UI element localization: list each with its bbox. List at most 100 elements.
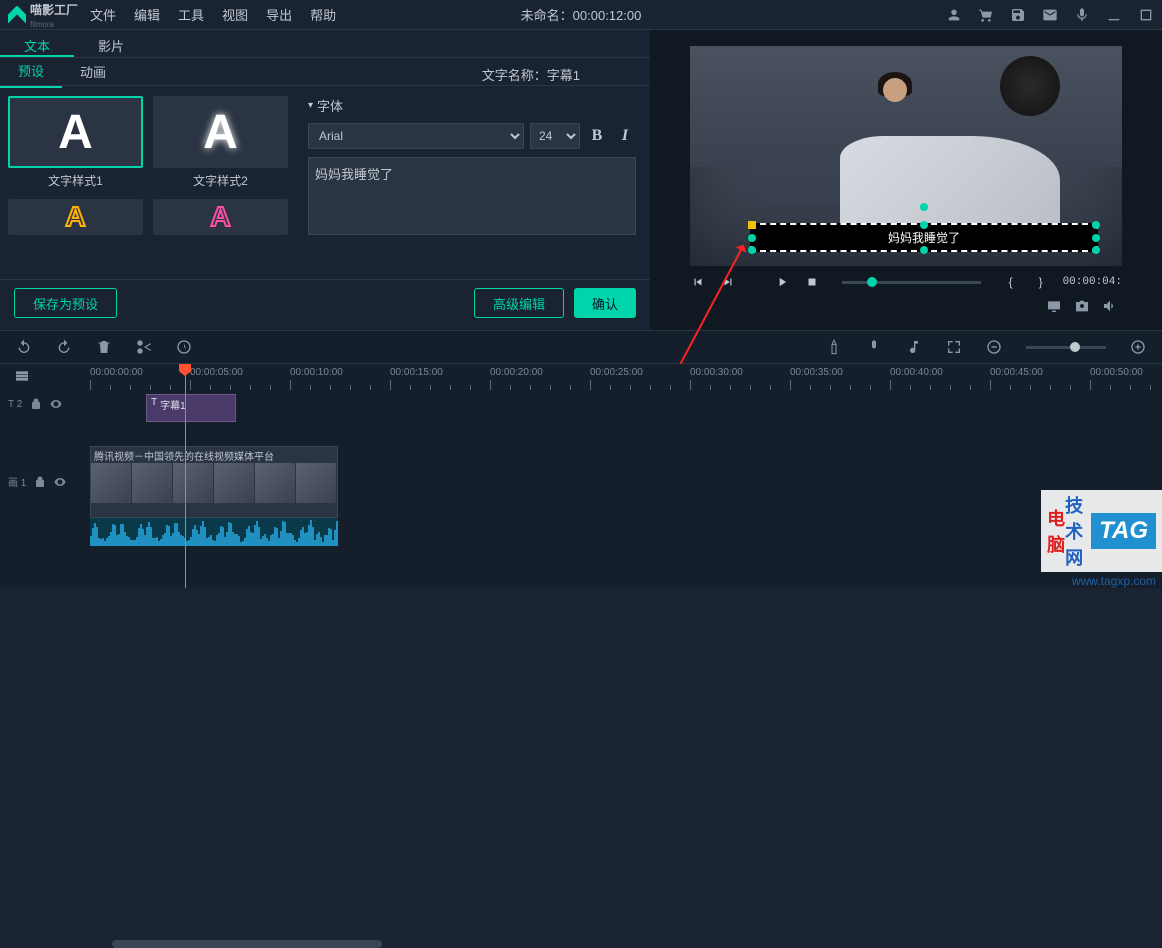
app-name: 喵影工厂	[30, 1, 78, 18]
timeline-scrollbar[interactable]	[112, 940, 382, 948]
style-card-2[interactable]: A 文字样式2	[153, 96, 288, 189]
ruler-label: 00:00:25:00	[590, 367, 643, 378]
zoom-in-icon[interactable]	[1130, 339, 1146, 355]
undo-icon[interactable]	[16, 339, 32, 355]
zoom-out-icon[interactable]	[986, 339, 1002, 355]
letter-a-glow-icon: A	[203, 105, 238, 160]
volume-icon[interactable]	[1102, 298, 1118, 314]
music-icon[interactable]	[906, 339, 922, 355]
settings-icon[interactable]	[216, 339, 232, 355]
mail-icon[interactable]	[1042, 7, 1058, 23]
ruler-label: 00:00:40:00	[890, 367, 943, 378]
timeline-toolbar	[0, 330, 1162, 364]
cart-icon[interactable]	[978, 7, 994, 23]
save-preset-button[interactable]: 保存为预设	[14, 288, 117, 318]
video-track[interactable]: 腾讯视频－中国领先的在线视频媒体平台	[90, 446, 1162, 546]
timeline: 00:00:00:0000:00:05:0000:00:10:0000:00:1…	[0, 364, 1162, 588]
resize-handle-bm[interactable]	[920, 246, 928, 254]
resize-handle-ml[interactable]	[748, 234, 756, 242]
video-clip[interactable]: 腾讯视频－中国领先的在线视频媒体平台	[90, 446, 338, 518]
panel-body: A 文字样式1 A 文字样式2 A A ▾ 字体	[0, 86, 650, 279]
user-icon[interactable]	[946, 7, 962, 23]
ruler-label: 00:00:45:00	[990, 367, 1043, 378]
eye-icon[interactable]	[50, 398, 62, 410]
lock-icon[interactable]	[30, 398, 42, 410]
mic-icon[interactable]	[1074, 7, 1090, 23]
font-family-select[interactable]: Arial	[308, 123, 524, 149]
resize-handle-tm[interactable]	[920, 221, 928, 229]
bracket-left-icon[interactable]: {	[1003, 274, 1019, 290]
next-frame-button[interactable]	[720, 274, 736, 290]
fit-icon[interactable]	[946, 339, 962, 355]
playback-time: 00:00:04:	[1063, 276, 1122, 288]
resize-handle-tr[interactable]	[1092, 221, 1100, 229]
timeline-ruler[interactable]: 00:00:00:0000:00:05:0000:00:10:0000:00:1…	[0, 364, 1162, 390]
style-card-4[interactable]: A	[153, 199, 288, 235]
watermark-url: www.tagxp.com	[1072, 574, 1156, 588]
redo-icon[interactable]	[56, 339, 72, 355]
confirm-button[interactable]: 确认	[574, 288, 636, 318]
tab-video[interactable]: 影片	[74, 30, 148, 57]
video-preview[interactable]: 妈妈我睡觉了	[690, 46, 1122, 266]
tab-preset[interactable]: 预设	[0, 55, 62, 88]
video-clip-thumbnails	[91, 463, 337, 503]
ruler-label: 00:00:30:00	[690, 367, 743, 378]
advanced-edit-button[interactable]: 高级编辑	[474, 288, 564, 318]
cut-icon[interactable]	[136, 339, 152, 355]
subtitle-textarea[interactable]: 妈妈我睡觉了	[308, 157, 636, 235]
ruler-label: 00:00:05:00	[190, 367, 243, 378]
resize-handle-bl[interactable]	[748, 246, 756, 254]
style-label-2: 文字样式2	[193, 172, 248, 189]
bracket-right-icon[interactable]: }	[1033, 274, 1049, 290]
save-icon[interactable]	[1010, 7, 1026, 23]
font-size-select[interactable]: 24	[530, 123, 580, 149]
rotate-handle[interactable]	[920, 203, 928, 211]
subtitle-overlay-text: 妈妈我睡觉了	[888, 231, 960, 245]
stop-button[interactable]	[804, 274, 820, 290]
menu-help[interactable]: 帮助	[310, 5, 336, 24]
tab-text[interactable]: 文本	[0, 30, 74, 57]
resize-handle-mr[interactable]	[1092, 234, 1100, 242]
watermark-text-b: 技术网	[1065, 492, 1083, 570]
text-track[interactable]: T 字幕1	[90, 394, 1162, 422]
menu-view[interactable]: 视图	[222, 5, 248, 24]
playhead[interactable]	[185, 364, 186, 588]
marker-icon[interactable]	[826, 339, 842, 355]
logo-icon	[8, 6, 26, 24]
text-clip-icon: T	[151, 397, 157, 408]
menu-file[interactable]: 文件	[90, 5, 116, 24]
speed-icon[interactable]	[176, 339, 192, 355]
play-button[interactable]	[774, 274, 790, 290]
style-card-1[interactable]: A 文字样式1	[8, 96, 143, 189]
menu-tool[interactable]: 工具	[178, 5, 204, 24]
subtitle-overlay[interactable]: 妈妈我睡觉了	[750, 223, 1098, 252]
italic-button[interactable]: I	[614, 124, 636, 148]
eye-icon[interactable]	[54, 476, 66, 488]
tab-anim[interactable]: 动画	[62, 56, 124, 87]
subtitle-clip[interactable]: T 字幕1	[146, 394, 236, 422]
menu-edit[interactable]: 编辑	[134, 5, 160, 24]
style-card-3[interactable]: A	[8, 199, 143, 235]
resize-handle-tl[interactable]	[748, 221, 756, 229]
styles-grid: A 文字样式1 A 文字样式2 A A	[8, 96, 298, 275]
delete-icon[interactable]	[96, 339, 112, 355]
voiceover-icon[interactable]	[866, 339, 882, 355]
playback-slider[interactable]	[842, 281, 981, 284]
menu-export[interactable]: 导出	[266, 5, 292, 24]
style-thumb-4: A	[153, 199, 288, 235]
style-thumb-2: A	[153, 96, 288, 168]
maximize-icon[interactable]	[1138, 7, 1154, 23]
display-icon[interactable]	[1046, 298, 1062, 314]
audio-clip[interactable]	[90, 518, 338, 546]
prev-frame-button[interactable]	[690, 274, 706, 290]
minimize-icon[interactable]	[1106, 7, 1122, 23]
bold-button[interactable]: B	[586, 124, 608, 148]
lock-icon[interactable]	[34, 476, 46, 488]
text-name-label: 文字名称：	[482, 68, 547, 83]
font-header[interactable]: ▾ 字体	[308, 96, 636, 115]
snapshot-icon[interactable]	[1074, 298, 1090, 314]
resize-handle-br[interactable]	[1092, 246, 1100, 254]
zoom-slider[interactable]	[1026, 346, 1106, 349]
panel-footer: 保存为预设 高级编辑 确认	[0, 279, 650, 330]
font-header-label: 字体	[317, 96, 343, 115]
